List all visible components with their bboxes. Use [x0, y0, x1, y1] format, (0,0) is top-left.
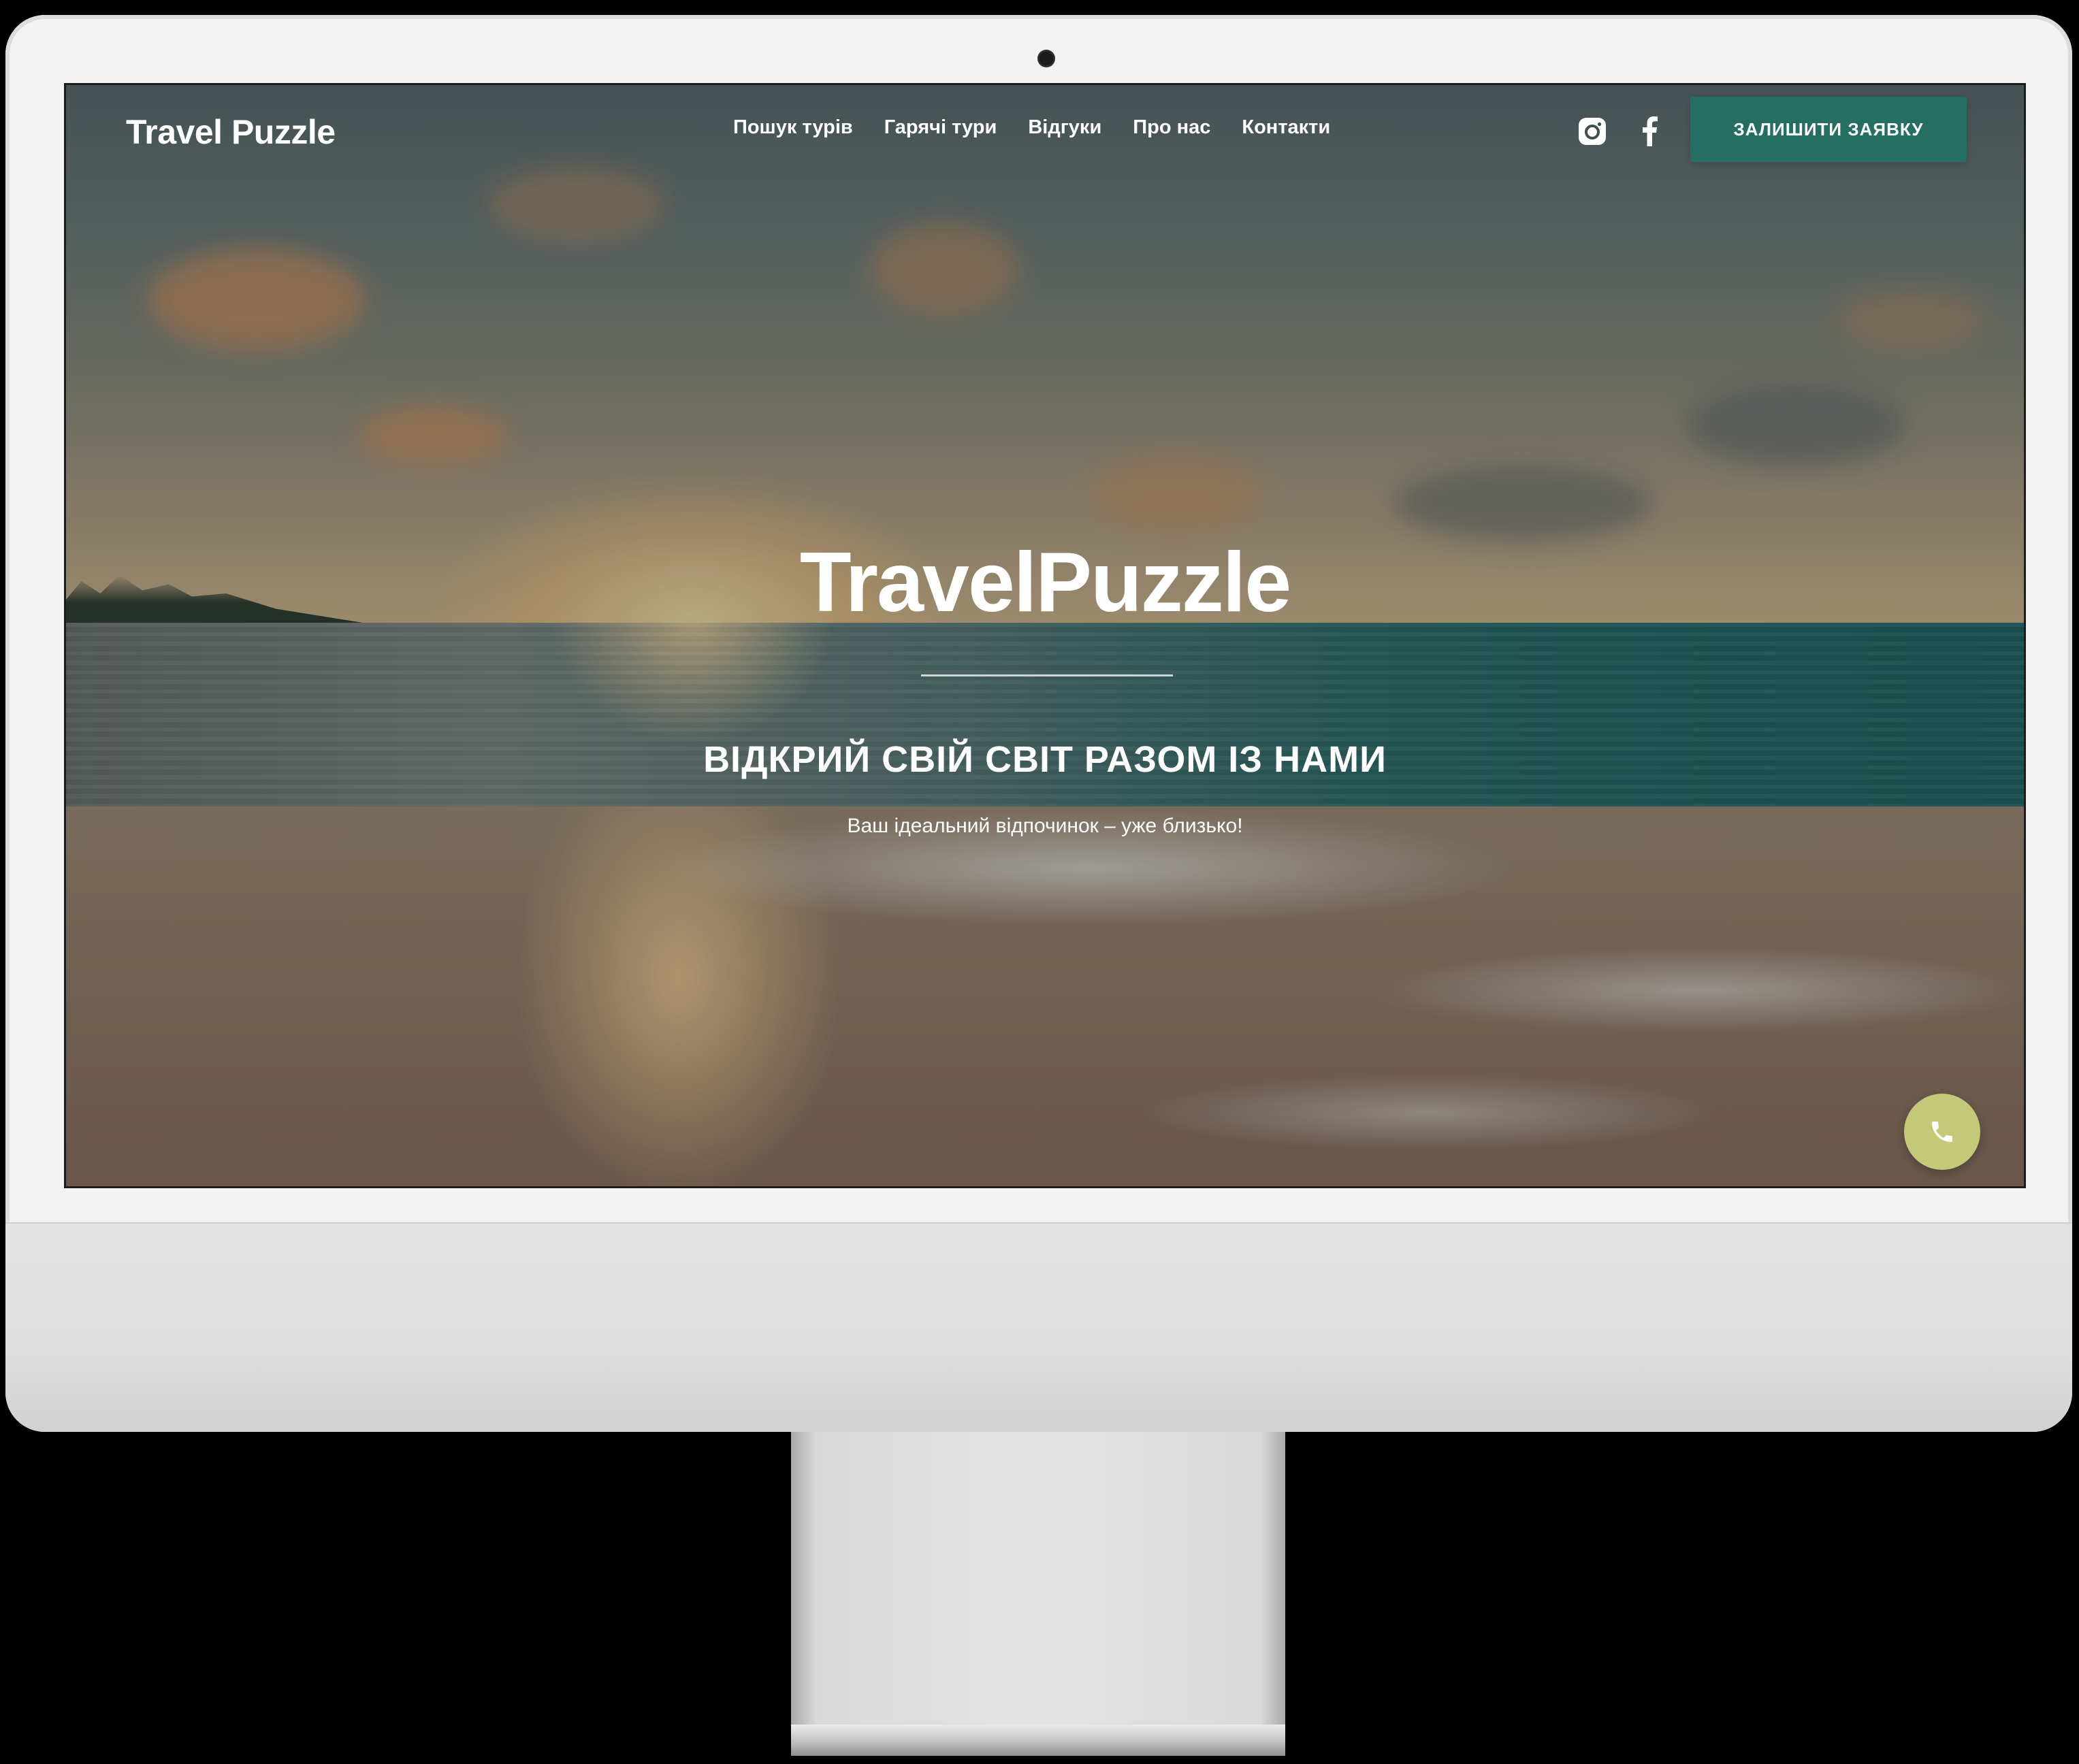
phone-icon: [1932, 1122, 1952, 1142]
hero-background-image: [66, 85, 2024, 1186]
call-button[interactable]: [1904, 1094, 1980, 1170]
imac-chin: [5, 1222, 2072, 1432]
imac-monitor: Travel Puzzle Пошук турів Гарячі тури Ві…: [5, 15, 2072, 1432]
nav-item-about[interactable]: Про нас: [1133, 116, 1210, 139]
leave-request-button[interactable]: ЗАЛИШИТИ ЗАЯВКУ: [1690, 97, 1967, 162]
facebook-icon[interactable]: [1632, 114, 1667, 149]
site-logo[interactable]: Travel Puzzle: [126, 112, 336, 152]
hero-subtitle: Ваш ідеальний відпочинок – уже близько!: [847, 815, 1243, 837]
website-screen: Travel Puzzle Пошук турів Гарячі тури Ві…: [64, 83, 2026, 1188]
nav-item-contacts[interactable]: Контакти: [1242, 116, 1330, 139]
hero-logo: TravelPuzzle: [799, 536, 1291, 630]
hero-title: ВІДКРИЙ СВІЙ СВІТ РАЗОМ ІЗ НАМИ: [703, 739, 1387, 780]
nav-item-tour-search[interactable]: Пошук турів: [733, 116, 853, 139]
nav-item-hot-tours[interactable]: Гарячі тури: [884, 116, 997, 139]
instagram-icon[interactable]: [1575, 114, 1610, 149]
imac-stand: [791, 1432, 1285, 1756]
main-nav: Пошук турів Гарячі тури Відгуки Про нас …: [733, 116, 1330, 139]
hero-divider: [921, 674, 1173, 676]
camera-dot: [1040, 52, 1053, 65]
site-header: Travel Puzzle Пошук турів Гарячі тури Ві…: [66, 85, 2024, 178]
nav-item-reviews[interactable]: Відгуки: [1028, 116, 1101, 139]
